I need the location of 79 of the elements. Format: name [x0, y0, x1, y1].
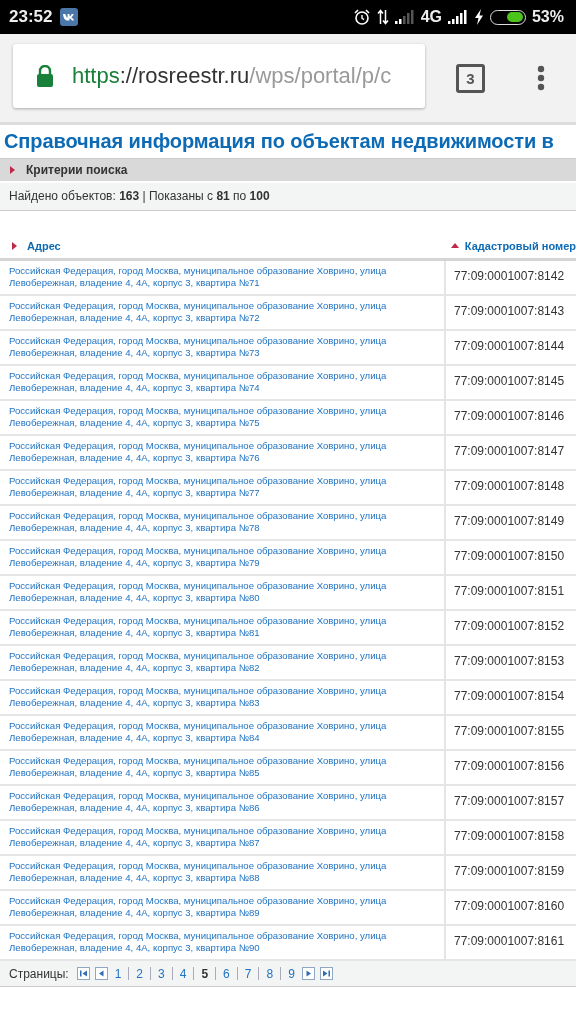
signal-icon: [394, 10, 415, 24]
address-link[interactable]: Российская Федерация, город Москва, муниципальное образование Ховрино, улица Левобережная, владение 4, 4А, корпус 3, квартира №86: [9, 790, 409, 814]
address-link[interactable]: Российская Федерация, город Москва, муниципальное образование Ховрино, улица Левобережная, владение 4, 4А, корпус 3, квартира №73: [9, 335, 409, 359]
cadastral-number: 77:09:0001007:8153: [454, 654, 565, 668]
results-summary: Найдено объектов: 163 | Показаны с 81 по 100: [0, 181, 576, 211]
sort-arrow-icon: [11, 241, 19, 250]
signal-icon: [447, 10, 468, 24]
alarm-icon: [352, 8, 371, 26]
sort-ascending-icon: [450, 241, 459, 250]
page-link[interactable]: 8: [264, 966, 276, 981]
network-type: 4G: [420, 8, 442, 26]
address-link[interactable]: Российская Федерация, город Москва, муниципальное образование Ховрино, улица Левобережная, владение 4, 4А, корпус 3, квартира №72: [9, 300, 409, 324]
battery-percent: 53%: [531, 8, 564, 26]
address-bar[interactable]: https://rosreestr.ru/wps/portal/p/c: [13, 44, 425, 108]
page-title: Справочная информация по объектам недвижимости в: [3, 129, 555, 154]
cadastral-number: 77:09:0001007:8146: [454, 409, 565, 423]
cadastral-number: 77:09:0001007:8154: [454, 689, 565, 703]
address-link[interactable]: Российская Федерация, город Москва, муниципальное образование Ховрино, улица Левобережная, владение 4, 4А, корпус 3, квартира №76: [9, 440, 409, 464]
address-link[interactable]: Российская Федерация, город Москва, муниципальное образование Ховрино, улица Левобережная, владение 4, 4А, корпус 3, квартира №71: [9, 265, 409, 289]
address-link[interactable]: Российская Федерация, город Москва, муниципальное образование Ховрино, улица Левобережная, владение 4, 4А, корпус 3, квартира №84: [9, 720, 409, 744]
cadastral-number: 77:09:0001007:8148: [454, 479, 565, 493]
address-link[interactable]: Российская Федерация, город Москва, муниципальное образование Ховрино, улица Левобережная, владение 4, 4А, корпус 3, квартира №88: [9, 860, 409, 884]
clock-time: 23:52: [9, 7, 53, 27]
column-header[interactable]: Адрес: [0, 233, 440, 258]
address-link[interactable]: Российская Федерация, город Москва, муниципальное образование Ховрино, улица Левобережная, владение 4, 4А, корпус 3, квартира №77: [9, 475, 409, 499]
expand-arrow-icon: [9, 166, 17, 174]
next-page-icon[interactable]: [301, 967, 315, 980]
address-link[interactable]: Российская Федерация, город Москва, муниципальное образование Ховрино, улица Левобережная, владение 4, 4А, корпус 3, квартира №78: [9, 510, 409, 534]
cadastral-number: 77:09:0001007:8157: [454, 794, 565, 808]
address-link[interactable]: Российская Федерация, город Москва, муниципальное образование Ховрино, улица Левобережная, владение 4, 4А, корпус 3, квартира №82: [9, 650, 409, 674]
cadastral-number: 77:09:0001007:8151: [454, 584, 565, 598]
address-link[interactable]: Российская Федерация, город Москва, муниципальное образование Ховрино, улица Левобережная, владение 4, 4А, корпус 3, квартира №74: [9, 370, 409, 394]
pagination-label: Страницы:: [9, 966, 69, 981]
cadastral-number: 77:09:0001007:8143: [454, 304, 565, 318]
page-link[interactable]: 1: [112, 966, 124, 981]
address-link[interactable]: Российская Федерация, город Москва, муниципальное образование Ховрино, улица Левобережная, владение 4, 4А, корпус 3, квартира №80: [9, 580, 409, 604]
criteria-label: Критерии поиска: [26, 163, 128, 177]
page-link[interactable]: 3: [156, 966, 167, 981]
cadastral-number: 77:09:0001007:8160: [454, 899, 565, 913]
cadastral-number: 77:09:0001007:8144: [454, 339, 565, 353]
column-header[interactable]: Кадастровый номер: [439, 233, 576, 258]
cadastral-number: 77:09:0001007:8158: [454, 829, 565, 843]
page-link[interactable]: 6: [221, 966, 232, 981]
criteria-panel-header[interactable]: Критерии поиска: [0, 158, 576, 181]
column-title: Адрес: [27, 239, 61, 252]
cadastral-number: 77:09:0001007:8142: [454, 269, 565, 283]
page-link[interactable]: 5: [199, 966, 211, 981]
cadastral-number: 77:09:0001007:8159: [454, 864, 565, 878]
address-link[interactable]: Российская Федерация, город Москва, муниципальное образование Ховрино, улица Левобережная, владение 4, 4А, корпус 3, квартира №89: [9, 895, 409, 919]
last-page-icon[interactable]: [319, 967, 333, 980]
previous-page-icon[interactable]: [94, 967, 108, 980]
cadastral-number: 77:09:0001007:8156: [454, 759, 565, 773]
page-link[interactable]: 2: [134, 966, 146, 981]
app-notification-icon: [60, 8, 79, 26]
cadastral-number: 77:09:0001007:8149: [454, 514, 565, 528]
address-link[interactable]: Российская Федерация, город Москва, муниципальное образование Ховрино, улица Левобережная, владение 4, 4А, корпус 3, квартира №87: [9, 825, 409, 849]
data-transfer-icon: [376, 9, 389, 25]
address-link[interactable]: Российская Федерация, город Москва, муниципальное образование Ховрино, улица Левобережная, владение 4, 4А, корпус 3, квартира №85: [9, 755, 409, 779]
column-title: Кадастровый номер: [464, 239, 576, 252]
cadastral-number: 77:09:0001007:8152: [454, 619, 565, 633]
menu-icon[interactable]: [537, 65, 545, 91]
address-link[interactable]: Российская Федерация, город Москва, муниципальное образование Ховрино, улица Левобережная, владение 4, 4А, корпус 3, квартира №81: [9, 615, 409, 639]
charging-icon: [473, 9, 484, 25]
address-link[interactable]: Российская Федерация, город Москва, муниципальное образование Ховрино, улица Левобережная, владение 4, 4А, корпус 3, квартира №90: [9, 930, 409, 954]
first-page-icon[interactable]: [76, 967, 90, 980]
page-link[interactable]: 9: [286, 966, 297, 981]
cadastral-number: 77:09:0001007:8161: [454, 934, 565, 948]
page-link[interactable]: 7: [242, 966, 254, 981]
address-link[interactable]: Российская Федерация, город Москва, муниципальное образование Ховрино, улица Левобережная, владение 4, 4А, корпус 3, квартира №83: [9, 685, 409, 709]
cadastral-number: 77:09:0001007:8145: [454, 374, 565, 388]
cadastral-number: 77:09:0001007:8147: [454, 444, 565, 458]
url-text: https://rosreestr.ru/wps/portal/p/c: [72, 63, 392, 89]
page-link[interactable]: 4: [177, 966, 189, 981]
tab-count-button[interactable]: 3: [456, 63, 485, 93]
lock-icon: [36, 65, 54, 87]
cadastral-number: 77:09:0001007:8150: [454, 549, 565, 563]
address-link[interactable]: Российская Федерация, город Москва, муниципальное образование Ховрино, улица Левобережная, владение 4, 4А, корпус 3, квартира №75: [9, 405, 409, 429]
address-link[interactable]: Российская Федерация, город Москва, муниципальное образование Ховрино, улица Левобережная, владение 4, 4А, корпус 3, квартира №79: [9, 545, 409, 569]
cadastral-number: 77:09:0001007:8155: [454, 724, 565, 738]
